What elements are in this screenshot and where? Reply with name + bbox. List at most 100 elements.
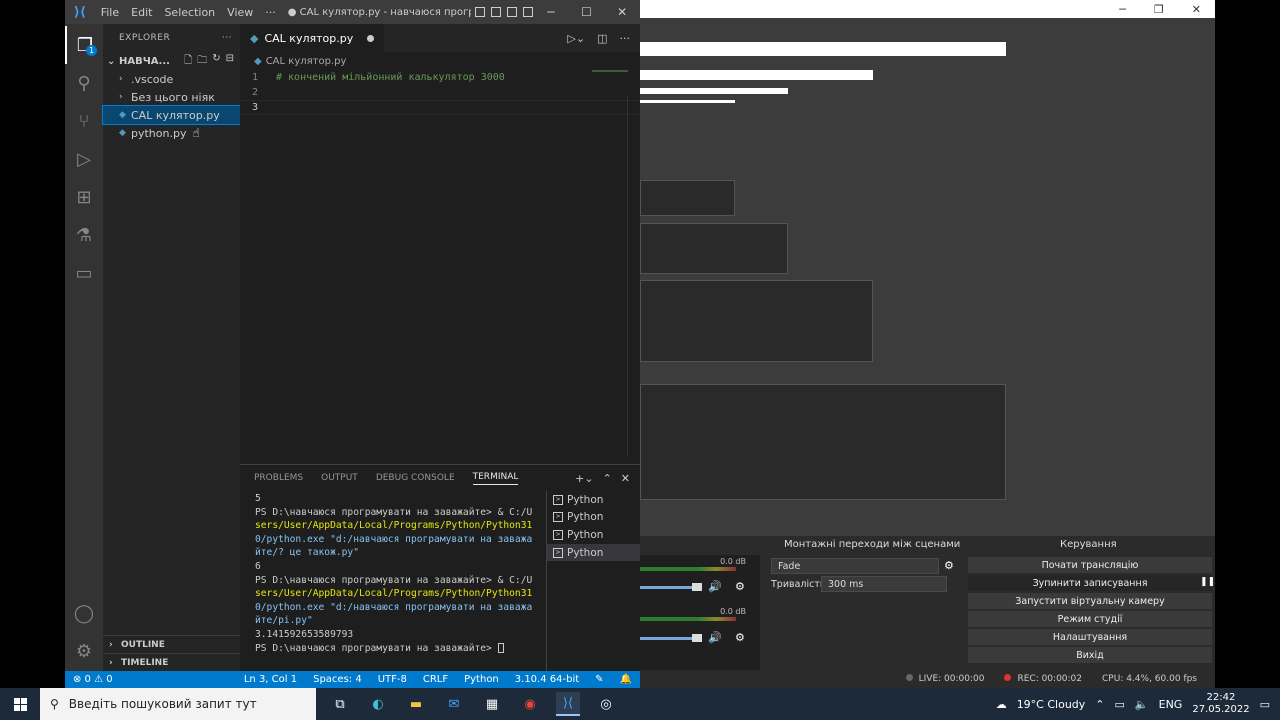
collapse-all-icon[interactable]: ⊟: [226, 53, 234, 70]
workspace-folder[interactable]: ⌄ НАВЧА... 🗋 🗀 ↻ ⊟: [103, 52, 240, 70]
tree-item-folder[interactable]: › Без цього ніяк: [103, 88, 240, 106]
customize-layout-icon[interactable]: [523, 7, 534, 17]
terminal-instance[interactable]: > Python: [547, 509, 640, 527]
new-file-icon[interactable]: 🗋: [184, 53, 192, 70]
terminal-output[interactable]: 5 PS D:\навчаюся програмувати на заважай…: [255, 493, 535, 656]
tab-output[interactable]: OUTPUT: [321, 473, 358, 483]
menu-more[interactable]: ···: [259, 6, 282, 19]
unsaved-dot-icon[interactable]: [367, 34, 375, 42]
menu-view[interactable]: View: [221, 6, 259, 19]
language-mode[interactable]: Python: [456, 674, 507, 685]
duration-input[interactable]: 300 ms: [821, 576, 947, 592]
run-debug-icon[interactable]: ▷: [65, 140, 103, 178]
tab-terminal[interactable]: TERMINAL: [472, 472, 519, 485]
clock[interactable]: 22:42 27.05.2022: [1192, 692, 1249, 716]
pause-icon[interactable]: ❚❚: [1200, 577, 1215, 589]
toggle-sidebar-icon[interactable]: [475, 7, 486, 17]
explorer-icon[interactable]: ❐ 1: [65, 26, 103, 64]
explorer-more-button[interactable]: ···: [222, 33, 232, 43]
tree-item-vscode[interactable]: › .vscode: [103, 70, 240, 88]
menu-file[interactable]: File: [95, 6, 125, 19]
minimap[interactable]: [592, 70, 628, 72]
indentation[interactable]: Spaces: 4: [305, 674, 370, 685]
timeline-section[interactable]: › TIMELINE: [103, 653, 240, 671]
search-icon[interactable]: ⚲: [65, 64, 103, 102]
taskbar-search[interactable]: ⚲ Введіть пошуковий запит тут: [40, 688, 316, 720]
transition-select[interactable]: Fade: [771, 558, 939, 574]
breadcrumb[interactable]: ◆ CAL кулятор.py: [240, 52, 640, 70]
editor-scrollbar[interactable]: [627, 96, 628, 456]
notification-center-icon[interactable]: ▭: [1260, 698, 1270, 711]
file-explorer-icon[interactable]: ▬: [404, 692, 428, 716]
editor-tab[interactable]: ◆ CAL кулятор.py: [240, 24, 385, 52]
source-control-icon[interactable]: ⑂: [65, 102, 103, 140]
weather-icon[interactable]: ☁: [996, 698, 1007, 711]
weather-text[interactable]: 19°C Cloudy: [1017, 698, 1086, 711]
tab-problems[interactable]: PROBLEMS: [254, 473, 303, 483]
obs-preview[interactable]: [640, 18, 1215, 536]
close-button[interactable]: ✕: [604, 5, 640, 19]
tray-chevron-icon[interactable]: ⌃: [1095, 698, 1104, 711]
python-interpreter[interactable]: 3.10.4 64-bit: [507, 674, 587, 685]
maximize-panel-icon[interactable]: ⌃: [603, 472, 612, 485]
tab-debug-console[interactable]: DEBUG CONSOLE: [376, 473, 455, 483]
settings-gear-icon[interactable]: ⚙: [65, 632, 103, 670]
toggle-panel-icon[interactable]: [491, 7, 502, 17]
speaker-icon[interactable]: 🔊: [708, 580, 722, 593]
language-indicator[interactable]: ENG: [1159, 698, 1183, 711]
close-panel-icon[interactable]: ✕: [621, 472, 630, 485]
account-icon[interactable]: ◯: [65, 594, 103, 632]
maximize-button[interactable]: ☐: [569, 5, 605, 19]
tree-item-python-file[interactable]: ◆ python.py ☝: [103, 124, 240, 142]
testing-icon[interactable]: ⚗: [65, 216, 103, 254]
restore-icon[interactable]: ❐: [1154, 3, 1164, 16]
new-folder-icon[interactable]: 🗀: [197, 53, 207, 70]
encoding[interactable]: UTF-8: [370, 674, 415, 685]
folder-icon[interactable]: ▭: [65, 254, 103, 292]
fader-knob[interactable]: [692, 634, 702, 642]
cursor-position[interactable]: Ln 3, Col 1: [236, 674, 305, 685]
tree-item-cal-file[interactable]: ◆ CAL кулятор.py: [102, 105, 241, 125]
mail-icon[interactable]: ✉: [442, 692, 466, 716]
fader-knob[interactable]: [692, 583, 702, 591]
menu-edit[interactable]: Edit: [125, 6, 158, 19]
extensions-icon[interactable]: ⊞: [65, 178, 103, 216]
terminal-instance[interactable]: > Python: [547, 491, 640, 509]
problems-indicator[interactable]: ⊗ 0 ⚠ 0: [65, 674, 121, 685]
obs-taskbar-icon[interactable]: ◎: [594, 692, 618, 716]
code-line-current[interactable]: 3: [240, 100, 640, 115]
edge-icon[interactable]: ◐: [366, 692, 390, 716]
task-view-icon[interactable]: ⧉: [328, 692, 352, 716]
start-button[interactable]: [0, 697, 40, 711]
studio-mode-button[interactable]: Режим студії: [968, 611, 1212, 627]
notifications-icon[interactable]: 🔔: [612, 674, 640, 685]
speaker-icon[interactable]: 🔊: [708, 631, 722, 644]
vscode-taskbar-icon[interactable]: ⟩⟨: [556, 692, 580, 716]
run-icon[interactable]: ▷⌄: [567, 32, 585, 45]
code-line[interactable]: 2: [240, 85, 640, 100]
toggle-secondary-sidebar-icon[interactable]: [507, 7, 518, 17]
exit-button[interactable]: Вихід: [968, 647, 1212, 663]
start-streaming-button[interactable]: Почати трансляцію: [968, 557, 1212, 573]
stop-recording-button[interactable]: Зупинити записування: [968, 575, 1212, 591]
gear-icon[interactable]: ⚙: [944, 559, 954, 572]
volume-icon[interactable]: 🔈: [1135, 698, 1149, 711]
gear-icon[interactable]: ⚙: [735, 580, 745, 593]
end-of-line[interactable]: CRLF: [415, 674, 456, 685]
code-line[interactable]: 1 # кончений мільйонний калькулятор 3000: [240, 70, 640, 85]
virtual-camera-button[interactable]: Запустити віртуальну камеру: [968, 593, 1212, 609]
chrome-icon[interactable]: ◉: [518, 692, 542, 716]
feedback-icon[interactable]: ✎: [587, 674, 611, 685]
network-icon[interactable]: ▭: [1115, 698, 1125, 711]
minimize-icon[interactable]: ─: [1119, 3, 1126, 16]
more-actions-icon[interactable]: ···: [620, 32, 631, 45]
terminal-instance[interactable]: > Python: [547, 543, 640, 562]
new-terminal-icon[interactable]: +⌄: [575, 472, 593, 485]
gear-icon[interactable]: ⚙: [735, 631, 745, 644]
store-icon[interactable]: ▦: [480, 692, 504, 716]
minimize-button[interactable]: ─: [533, 5, 569, 19]
close-icon[interactable]: ✕: [1192, 3, 1201, 16]
split-editor-icon[interactable]: ◫: [597, 32, 607, 45]
menu-selection[interactable]: Selection: [158, 6, 221, 19]
refresh-icon[interactable]: ↻: [212, 53, 220, 70]
